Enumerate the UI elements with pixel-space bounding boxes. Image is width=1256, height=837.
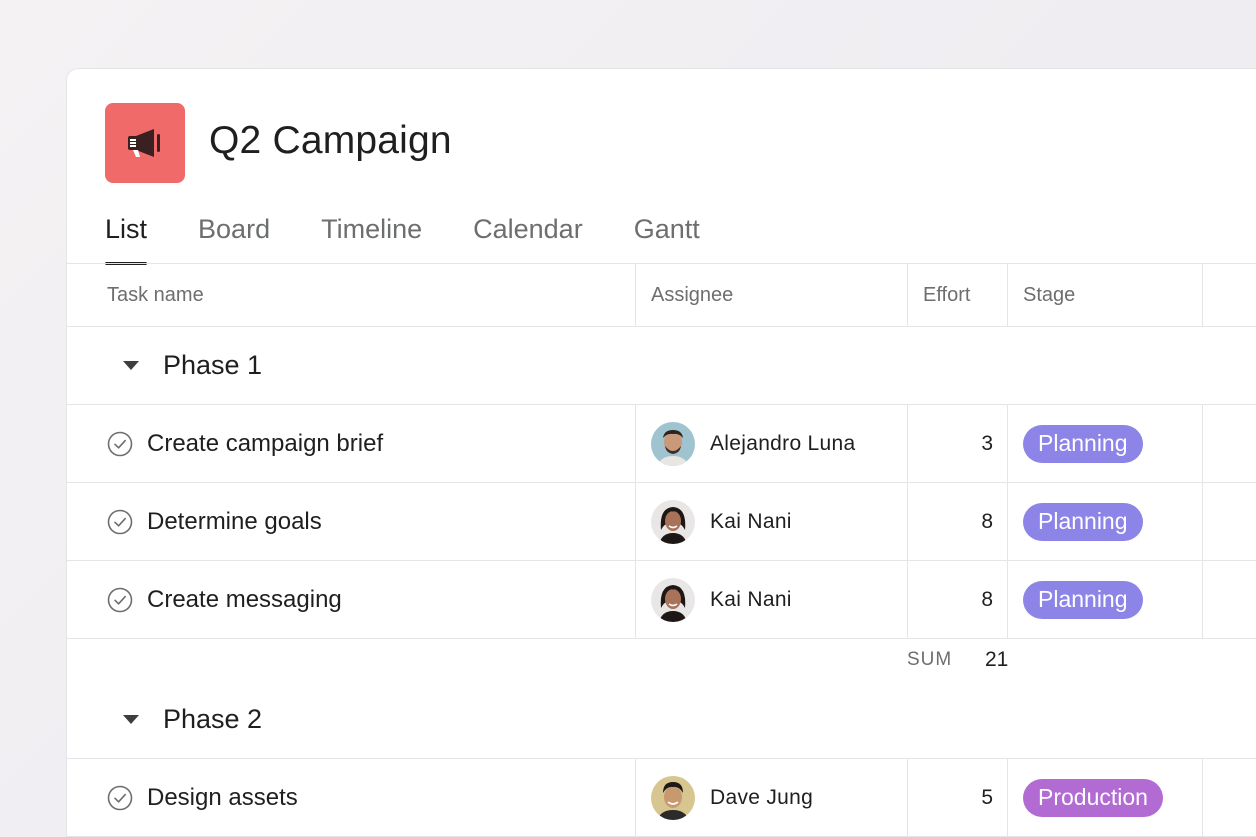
column-header-add[interactable] [1202, 264, 1256, 326]
stage-badge[interactable]: Planning [1023, 502, 1143, 541]
view-tabs: List Board Timeline Calendar Gantt [105, 209, 751, 265]
check-circle-icon[interactable] [107, 431, 133, 457]
assignee-name: Kai Nani [710, 509, 792, 533]
section-sum-row: SUM 21 [67, 639, 1256, 681]
table-row[interactable]: Create messaging Kai Nani 8 Planning [67, 561, 1256, 639]
tab-gantt[interactable]: Gantt [634, 209, 700, 265]
avatar [651, 499, 695, 544]
avatar [651, 775, 695, 820]
effort-value: 3 [981, 431, 993, 455]
megaphone-icon[interactable] [105, 103, 185, 183]
check-circle-icon[interactable] [107, 587, 133, 613]
check-circle-icon[interactable] [107, 509, 133, 535]
assignee-name: Dave Jung [710, 785, 814, 809]
column-header-task[interactable]: Task name [67, 264, 635, 326]
column-header-assignee[interactable]: Assignee [635, 264, 907, 326]
assignee-name: Alejandro Luna [710, 431, 856, 455]
effort-value: 8 [981, 587, 993, 611]
sum-value: 21 [985, 648, 1009, 671]
section-title: Phase 1 [163, 350, 263, 380]
check-circle-icon[interactable] [107, 785, 133, 811]
task-name[interactable]: Determine goals [147, 508, 322, 536]
table-row[interactable]: Determine goals Kai Nani 8 Planning [67, 483, 1256, 561]
tab-board[interactable]: Board [198, 209, 270, 265]
section-header: Phase 2 [67, 681, 1256, 759]
stage-badge[interactable]: Planning [1023, 424, 1143, 463]
table-row[interactable]: Design assets Dave Jung 5 Production [67, 759, 1256, 837]
column-header-stage[interactable]: Stage [1007, 264, 1202, 326]
tab-calendar[interactable]: Calendar [473, 209, 583, 265]
task-name[interactable]: Create campaign brief [147, 430, 383, 458]
stage-badge[interactable]: Planning [1023, 580, 1143, 619]
table-header: Task name Assignee Effort Stage [67, 263, 1256, 327]
column-header-effort[interactable]: Effort [907, 264, 1007, 326]
section-title: Phase 2 [163, 704, 263, 734]
stage-badge[interactable]: Production [1023, 778, 1163, 817]
tab-list[interactable]: List [105, 209, 148, 265]
avatar [651, 421, 695, 466]
caret-down-icon[interactable] [123, 715, 139, 724]
sum-label: SUM [907, 649, 953, 670]
effort-value: 8 [981, 509, 993, 533]
table-row[interactable]: Create campaign brief Alejandro Luna 3 P… [67, 405, 1256, 483]
tab-timeline[interactable]: Timeline [321, 209, 422, 265]
section-header: Phase 1 [67, 327, 1256, 405]
task-name[interactable]: Design assets [147, 784, 298, 812]
caret-down-icon[interactable] [123, 361, 139, 370]
task-table: Task name Assignee Effort Stage Phase 1 … [67, 263, 1256, 837]
effort-value: 5 [981, 785, 993, 809]
task-name[interactable]: Create messaging [147, 586, 342, 614]
avatar [651, 577, 695, 622]
project-card: Q2 Campaign List Board Timeline Calendar… [66, 68, 1256, 837]
project-title: Q2 Campaign [209, 119, 452, 162]
assignee-name: Kai Nani [710, 587, 792, 611]
